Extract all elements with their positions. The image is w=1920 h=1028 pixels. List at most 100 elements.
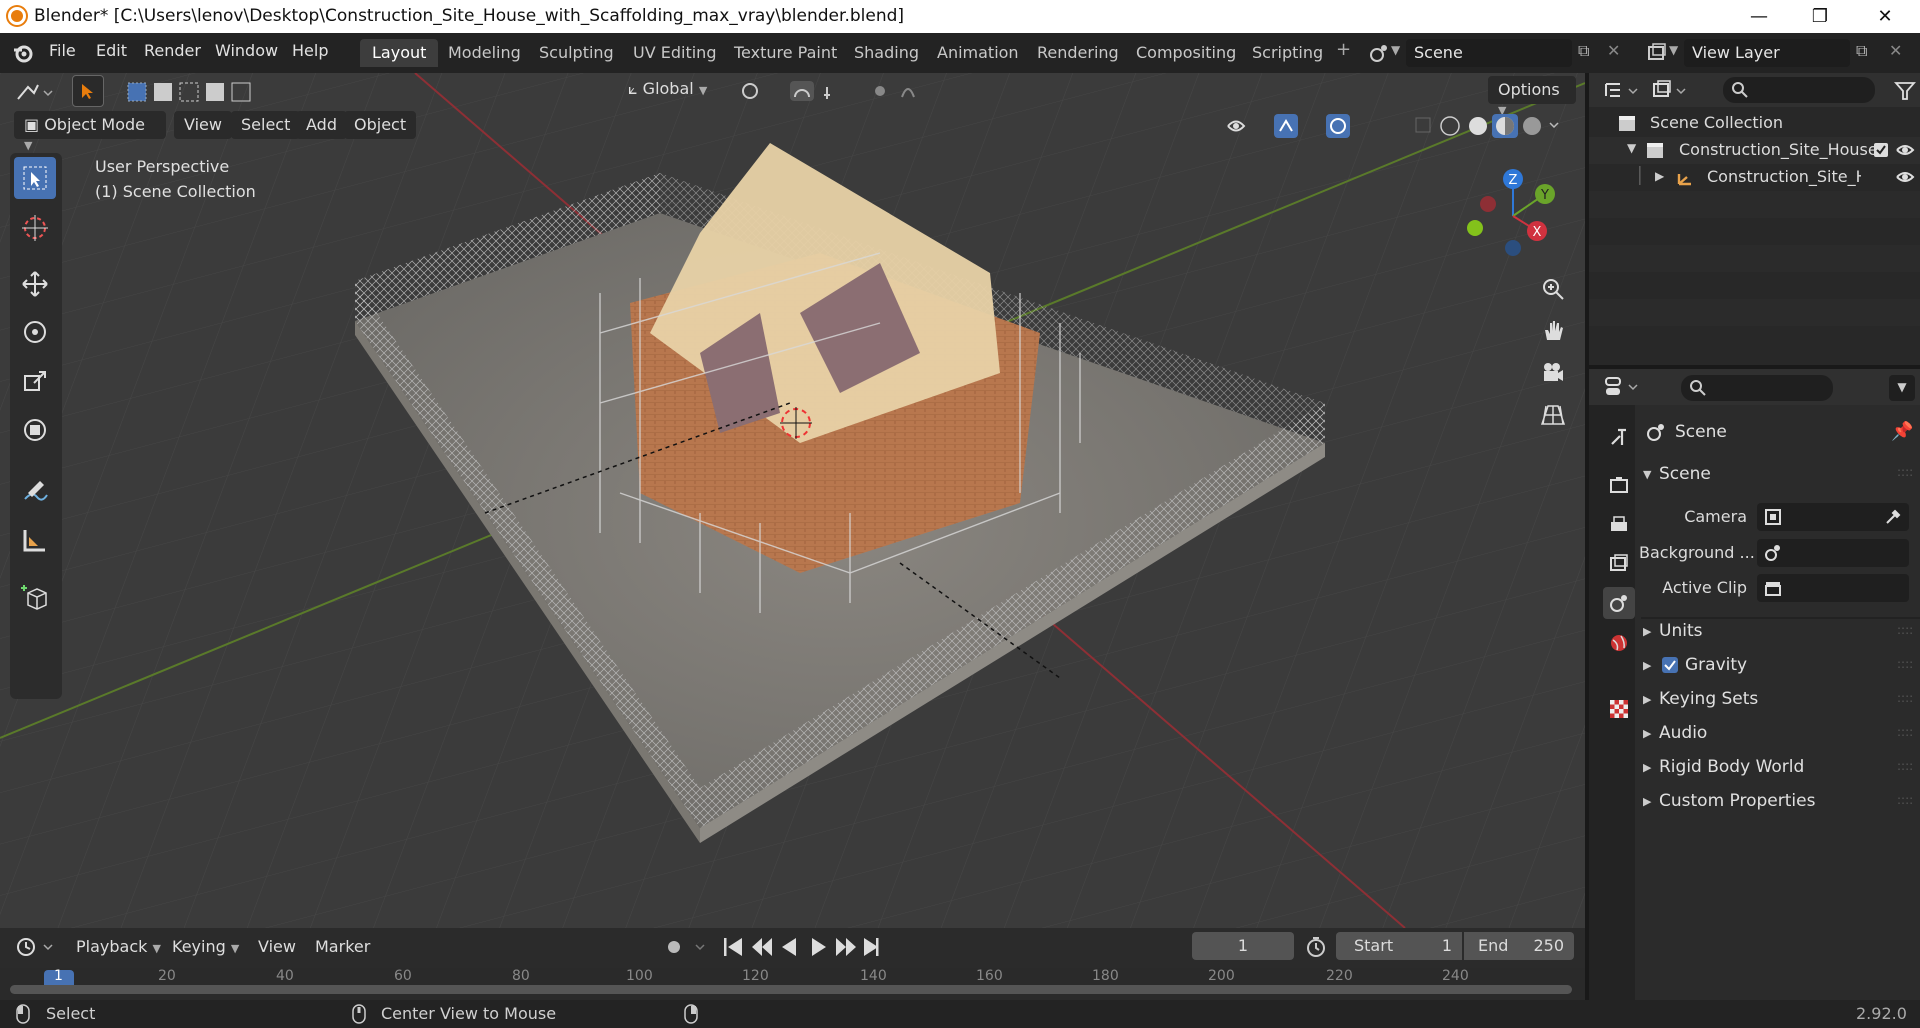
outliner-row-collection[interactable]: ▼ Construction_Site_House: [1589, 137, 1920, 164]
close-button[interactable]: ✕: [1862, 0, 1908, 33]
scene-field[interactable]: Scene: [1406, 39, 1572, 67]
3d-viewport[interactable]: ⟀ Global ▼ Options ▼ ▣ Object Mode ▼ Vie…: [0, 73, 1585, 928]
display-mode-icon[interactable]: [1651, 79, 1691, 103]
viewport-shading-controls[interactable]: [1224, 113, 1564, 139]
outliner-row-scene-collection[interactable]: Scene Collection: [1589, 110, 1920, 137]
outliner-row-object[interactable]: │ ▶ Construction_Site_Ho: [1589, 164, 1920, 191]
selection-mode-icons[interactable]: [126, 81, 258, 103]
section-gravity[interactable]: Gravity: [1685, 655, 1747, 675]
properties-editor-type-icon[interactable]: [1603, 375, 1643, 399]
playback-controls[interactable]: [658, 935, 884, 959]
navigation-gizmo[interactable]: Z Y X: [1455, 161, 1575, 271]
expand-arrow-icon[interactable]: ▶: [1643, 727, 1651, 740]
stopwatch-icon[interactable]: [1304, 935, 1328, 959]
scene-icon[interactable]: [1368, 42, 1390, 64]
pin-icon[interactable]: 📌: [1891, 421, 1913, 442]
expand-arrow-icon[interactable]: ▶: [1643, 693, 1651, 706]
eye-icon[interactable]: [1895, 168, 1915, 186]
start-frame-field[interactable]: Start 1: [1336, 932, 1462, 960]
add-cube-tool[interactable]: [14, 575, 56, 617]
scene-panel-header[interactable]: Scene: [1659, 464, 1711, 484]
timeline-menu-view[interactable]: View: [248, 933, 306, 961]
tab-scripting[interactable]: Scripting: [1240, 39, 1335, 67]
eye-icon[interactable]: [1895, 141, 1915, 159]
scale-tool[interactable]: [14, 361, 56, 403]
expand-arrow-icon[interactable]: ▶: [1643, 795, 1651, 808]
filter-icon[interactable]: [1893, 79, 1917, 103]
timeline-menu-marker[interactable]: Marker: [305, 933, 380, 961]
chevron-down-icon[interactable]: ▼: [1669, 43, 1678, 57]
drag-handle-icon[interactable]: ::::: [1897, 623, 1913, 637]
timeline-scrollbar[interactable]: [10, 985, 1572, 994]
select-box-tool[interactable]: [14, 157, 56, 199]
measure-tool[interactable]: [14, 519, 56, 561]
tab-view-layer[interactable]: [1603, 547, 1635, 579]
drag-handle-icon[interactable]: ::::: [1897, 465, 1913, 479]
menu-window[interactable]: Window: [215, 41, 278, 60]
remove-scene-icon[interactable]: ✕: [1607, 41, 1620, 60]
drag-handle-icon[interactable]: ::::: [1897, 793, 1913, 807]
timeline-editor-type-icon[interactable]: [14, 934, 58, 960]
pan-view-button[interactable]: [1535, 313, 1571, 349]
drag-handle-icon[interactable]: ::::: [1897, 691, 1913, 705]
perspective-toggle-button[interactable]: [1535, 397, 1571, 433]
outliner-search-input[interactable]: [1723, 77, 1875, 103]
checkbox-checked-icon[interactable]: [1873, 142, 1889, 158]
minimize-button[interactable]: —: [1736, 0, 1782, 33]
viewport-menu-add[interactable]: Add: [296, 111, 347, 139]
options-dropdown[interactable]: Options ▼: [1488, 76, 1576, 117]
editor-type-icon[interactable]: [14, 79, 58, 107]
tab-tool[interactable]: [1603, 421, 1635, 453]
background-scene-field[interactable]: [1757, 539, 1909, 567]
viewport-menu-select[interactable]: Select: [231, 111, 301, 139]
remove-view-layer-icon[interactable]: ✕: [1889, 41, 1902, 60]
tab-compositing[interactable]: Compositing: [1124, 39, 1248, 67]
section-units[interactable]: Units: [1659, 621, 1702, 641]
properties-search-input[interactable]: [1681, 375, 1833, 401]
tab-shading[interactable]: Shading: [842, 39, 931, 67]
outliner-editor-type-icon[interactable]: [1603, 79, 1643, 103]
expand-arrow-icon[interactable]: ▼: [1627, 141, 1636, 155]
expand-arrow-icon[interactable]: ▶: [1655, 169, 1664, 183]
menu-render[interactable]: Render: [144, 41, 201, 60]
blender-menu-icon[interactable]: [12, 42, 34, 64]
viewport-menu-object[interactable]: Object: [344, 111, 417, 139]
tab-texture-paint[interactable]: Texture Paint: [722, 39, 849, 67]
transform-tool[interactable]: [14, 409, 56, 451]
view-layer-field[interactable]: View Layer: [1684, 39, 1850, 67]
mode-dropdown[interactable]: ▣ Object Mode ▼: [14, 111, 166, 152]
drag-handle-icon[interactable]: ::::: [1897, 725, 1913, 739]
tab-render[interactable]: [1603, 469, 1635, 501]
keying-dropdown[interactable]: Keying ▼: [162, 933, 249, 961]
tab-modeling[interactable]: Modeling: [436, 39, 533, 67]
cursor-tool[interactable]: [14, 207, 56, 249]
expand-arrow-icon[interactable]: ▶: [1643, 761, 1651, 774]
tab-layout[interactable]: Layout: [360, 39, 439, 67]
select-tool-button[interactable]: [72, 75, 104, 107]
annotate-tool[interactable]: [14, 471, 56, 513]
expand-arrow-icon[interactable]: ▼: [1643, 468, 1651, 481]
menu-edit[interactable]: Edit: [96, 41, 127, 60]
viewport-menu-view[interactable]: View: [174, 111, 232, 139]
copy-scene-icon[interactable]: ⧉: [1578, 41, 1589, 61]
section-rigid-body-world[interactable]: Rigid Body World: [1659, 757, 1804, 777]
end-frame-field[interactable]: End 250: [1464, 932, 1574, 960]
copy-view-layer-icon[interactable]: ⧉: [1856, 41, 1867, 61]
tab-texture[interactable]: [1603, 693, 1635, 725]
snapping-controls[interactable]: [740, 79, 940, 103]
viewport-scene[interactable]: [0, 73, 1585, 928]
frame-ruler[interactable]: 1 20 40 60 80 100 120 140 160 180 200 22…: [0, 968, 1585, 1000]
options-chevron-button[interactable]: ▼: [1889, 375, 1915, 401]
camera-field[interactable]: [1757, 503, 1909, 531]
expand-arrow-icon[interactable]: ▶: [1643, 625, 1651, 638]
view-layer-icon[interactable]: [1646, 42, 1668, 64]
add-workspace-button[interactable]: +: [1336, 39, 1351, 60]
playback-dropdown[interactable]: Playback ▼: [66, 933, 171, 961]
expand-arrow-icon[interactable]: ▶: [1643, 659, 1651, 672]
gravity-checkbox[interactable]: [1661, 656, 1679, 674]
camera-view-button[interactable]: [1535, 355, 1571, 391]
section-keying-sets[interactable]: Keying Sets: [1659, 689, 1758, 709]
tab-output[interactable]: [1603, 509, 1635, 541]
tab-scene[interactable]: [1603, 587, 1635, 619]
current-frame-field[interactable]: 1: [1192, 932, 1294, 960]
